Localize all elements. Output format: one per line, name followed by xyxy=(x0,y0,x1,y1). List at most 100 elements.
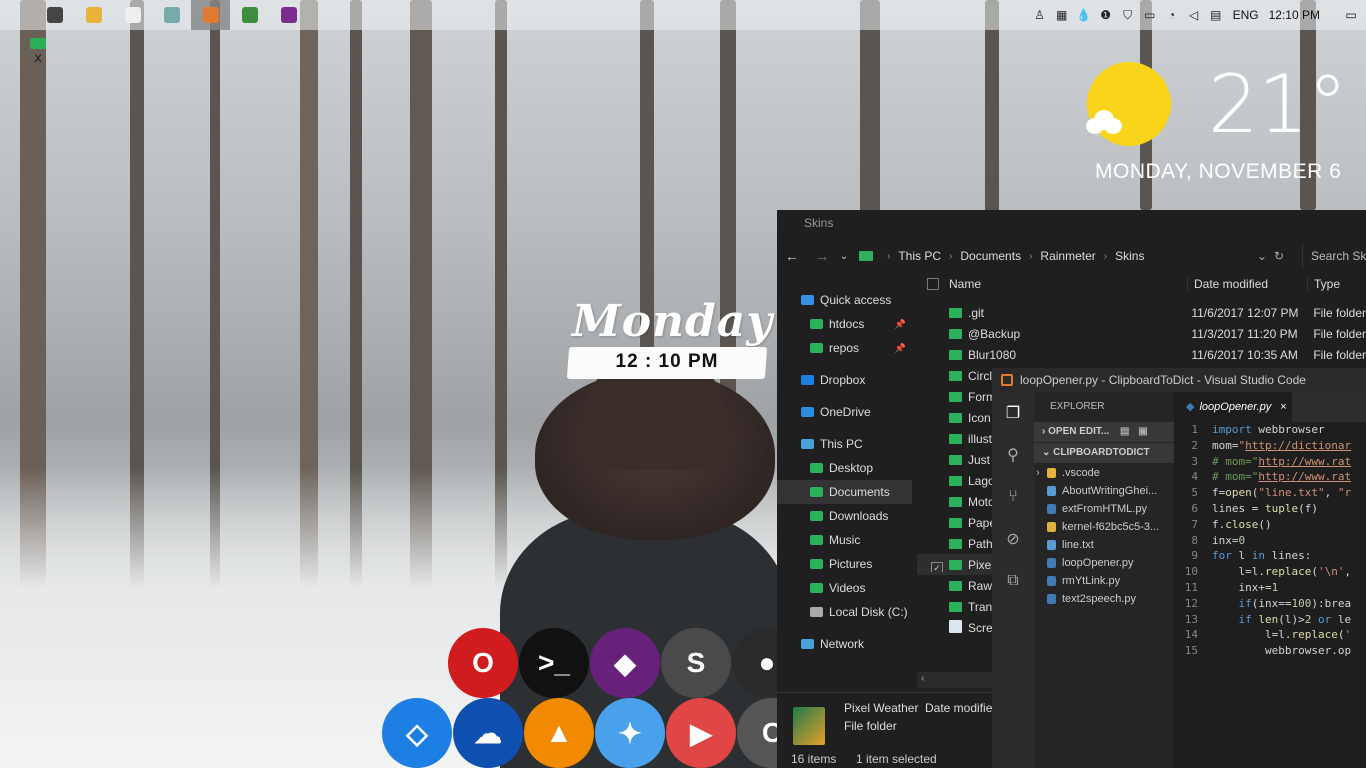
network-icon xyxy=(801,639,814,649)
sidebar-item-label: Dropbox xyxy=(820,373,866,387)
row-name: Icon xyxy=(968,410,991,425)
badge-icon[interactable]: ▦ xyxy=(1051,0,1073,30)
file-tree-item[interactable]: rmYtLink.py xyxy=(1034,572,1174,590)
line-number: 3 xyxy=(1191,454,1198,468)
table-row[interactable]: @Backup 11/3/2017 11:20 PM File folder xyxy=(917,323,1366,344)
taskbar-file-explorer[interactable] xyxy=(74,0,113,30)
code-line: 13 if len(l)>2 or le xyxy=(1174,612,1366,628)
youtube-dock[interactable]: ▶ xyxy=(666,698,736,768)
extensions-icon[interactable]: ⧉ xyxy=(992,560,1034,602)
search-view-icon[interactable]: ⚲ xyxy=(992,434,1034,476)
code-line: 7 f.close() xyxy=(1174,517,1366,533)
file-tree-item[interactable]: line.txt xyxy=(1034,536,1174,554)
battery-icon[interactable]: ▭ xyxy=(1139,0,1161,30)
file-tree-item[interactable]: text2speech.py xyxy=(1034,590,1174,608)
debug-icon[interactable]: ⊘ xyxy=(992,518,1034,560)
breadcrumb-skins[interactable]: Skins xyxy=(1115,249,1144,263)
sidebar-item-label: Downloads xyxy=(829,509,889,523)
sidebar-item-pictures[interactable]: Pictures xyxy=(777,552,912,576)
sidebar-item-label: Music xyxy=(829,533,861,547)
row-checkbox[interactable]: ✓ xyxy=(931,561,943,572)
taskbar-globe-app[interactable] xyxy=(230,0,269,30)
taskbar-purple-app[interactable] xyxy=(269,0,308,30)
chevron-right-icon: › xyxy=(1036,467,1040,479)
refresh-icon[interactable]: ↻ xyxy=(1274,249,1284,263)
sidebar-item-music[interactable]: Music xyxy=(777,528,912,552)
vlc-dock[interactable]: ▲ xyxy=(524,698,594,768)
row-name: Tran xyxy=(968,599,993,614)
breadcrumb-rainmeter[interactable]: Rainmeter xyxy=(1040,249,1095,263)
sidebar-item-documents[interactable]: Documents xyxy=(777,480,912,504)
desktop-folder-icon[interactable]: X xyxy=(28,38,48,65)
language-indicator[interactable]: ENG xyxy=(1233,8,1259,22)
editor-tabs: ◆ loopOpener.py × xyxy=(1174,392,1366,422)
onedrive-dock[interactable]: ☁ xyxy=(453,698,523,768)
column-date-modified[interactable]: Date modified xyxy=(1187,277,1307,291)
volume-icon[interactable]: ◁ xyxy=(1183,0,1205,30)
dropbox-dock[interactable]: ◇ xyxy=(382,698,452,768)
source-control-icon[interactable]: ⑂ xyxy=(992,476,1034,518)
recent-locations-button[interactable]: ⌄ xyxy=(837,251,851,262)
taskbar-network-app[interactable] xyxy=(152,0,191,30)
file-tree-item[interactable]: AboutWritingGhei... xyxy=(1034,482,1174,500)
sidebar-item-desktop[interactable]: Desktop xyxy=(777,456,912,480)
sidebar-item-dropbox[interactable]: Dropbox xyxy=(777,368,912,392)
people-icon[interactable]: ♙ xyxy=(1029,0,1051,30)
open-editors-section[interactable]: › OPEN EDIT... ▤ ▣ xyxy=(1034,422,1174,442)
sidebar-item-onedrive[interactable]: OneDrive xyxy=(777,400,912,424)
taskbar-clock[interactable]: 12:10 PM xyxy=(1269,8,1320,22)
close-all-icon[interactable]: ▣ xyxy=(1138,426,1147,437)
pin-icon: 📌 xyxy=(894,343,906,353)
column-name[interactable]: Name xyxy=(949,277,1187,291)
select-all-checkbox[interactable] xyxy=(927,278,939,290)
breadcrumb-this-pc[interactable]: This PC xyxy=(898,249,941,263)
address-dropdown-icon[interactable]: ⌄ xyxy=(1257,249,1267,263)
sidebar-item-local-disk-c-[interactable]: Local Disk (C:) xyxy=(777,600,912,624)
forward-button[interactable]: → xyxy=(807,248,837,264)
search-input[interactable]: Search Skin xyxy=(1302,243,1366,269)
file-tree-item[interactable]: kernel-f62bc5c5-3... xyxy=(1034,518,1174,536)
file-tree-item[interactable]: loopOpener.py xyxy=(1034,554,1174,572)
taskbar-sublime[interactable] xyxy=(191,0,230,30)
sidebar-item-repos[interactable]: repos 📌 xyxy=(777,336,912,360)
tab-loop-opener[interactable]: ◆ loopOpener.py × xyxy=(1174,392,1292,422)
one-icon[interactable]: ❶ xyxy=(1095,0,1117,30)
code-text: l=l.replace(' xyxy=(1212,628,1352,642)
taskbar-task-view[interactable] xyxy=(35,0,74,30)
file-tree-label: line.txt xyxy=(1062,539,1094,551)
file-tree-item[interactable]: extFromHTML.py xyxy=(1034,500,1174,518)
back-button[interactable]: ← xyxy=(777,248,807,264)
table-row[interactable]: .git 11/6/2017 12:07 PM File folder xyxy=(917,302,1366,323)
shield-icon[interactable]: ⛉ xyxy=(1117,0,1139,30)
visual-studio-dock[interactable]: ◆ xyxy=(590,628,660,698)
taskbar-opera[interactable] xyxy=(113,0,152,30)
close-icon[interactable]: × xyxy=(1280,401,1286,413)
twitter-dock[interactable]: ✦ xyxy=(595,698,665,768)
sidebar-item-htdocs[interactable]: htdocs 📌 xyxy=(777,312,912,336)
project-folder-section[interactable]: ⌄ CLIPBOARDTODICT xyxy=(1034,443,1174,463)
python-file-icon: ◆ xyxy=(1186,401,1195,413)
sidebar-item-downloads[interactable]: Downloads xyxy=(777,504,912,528)
sidebar-item-videos[interactable]: Videos xyxy=(777,576,912,600)
table-row[interactable]: Blur1080 11/6/2017 10:35 AM File folder xyxy=(917,344,1366,365)
opera-dock[interactable]: O xyxy=(448,628,518,698)
save-all-icon[interactable]: ▤ xyxy=(1120,426,1129,437)
notification-center-button[interactable]: ▭ xyxy=(1336,8,1366,22)
row-name: Blur1080 xyxy=(968,347,1017,362)
folder-icon xyxy=(949,328,962,339)
breadcrumb-documents[interactable]: Documents xyxy=(960,249,1021,263)
sidebar-item-network[interactable]: Network xyxy=(777,632,912,656)
sidebar-item-this-pc[interactable]: This PC xyxy=(777,432,912,456)
wifi-icon[interactable]: ◔ xyxy=(1161,0,1183,30)
code-area[interactable]: 1 import webbrowser 2 mom="http://dictionar… xyxy=(1174,422,1366,659)
activity-bar: ❐ ⚲ ⑂ ⊘ ⧉ xyxy=(992,392,1034,768)
file-tree-item[interactable]: › .vscode xyxy=(1034,464,1174,482)
sublime-dock[interactable]: S xyxy=(661,628,731,698)
keyboard-icon[interactable]: ▤ xyxy=(1205,0,1227,30)
drop-icon[interactable]: 💧 xyxy=(1073,0,1095,30)
row-name: Pixel xyxy=(968,557,995,572)
column-type[interactable]: Type xyxy=(1307,277,1340,291)
sidebar-item-quick-access[interactable]: Quick access xyxy=(777,288,912,312)
explorer-view-icon[interactable]: ❐ xyxy=(992,392,1034,434)
terminal-dock[interactable]: >_ xyxy=(519,628,589,698)
